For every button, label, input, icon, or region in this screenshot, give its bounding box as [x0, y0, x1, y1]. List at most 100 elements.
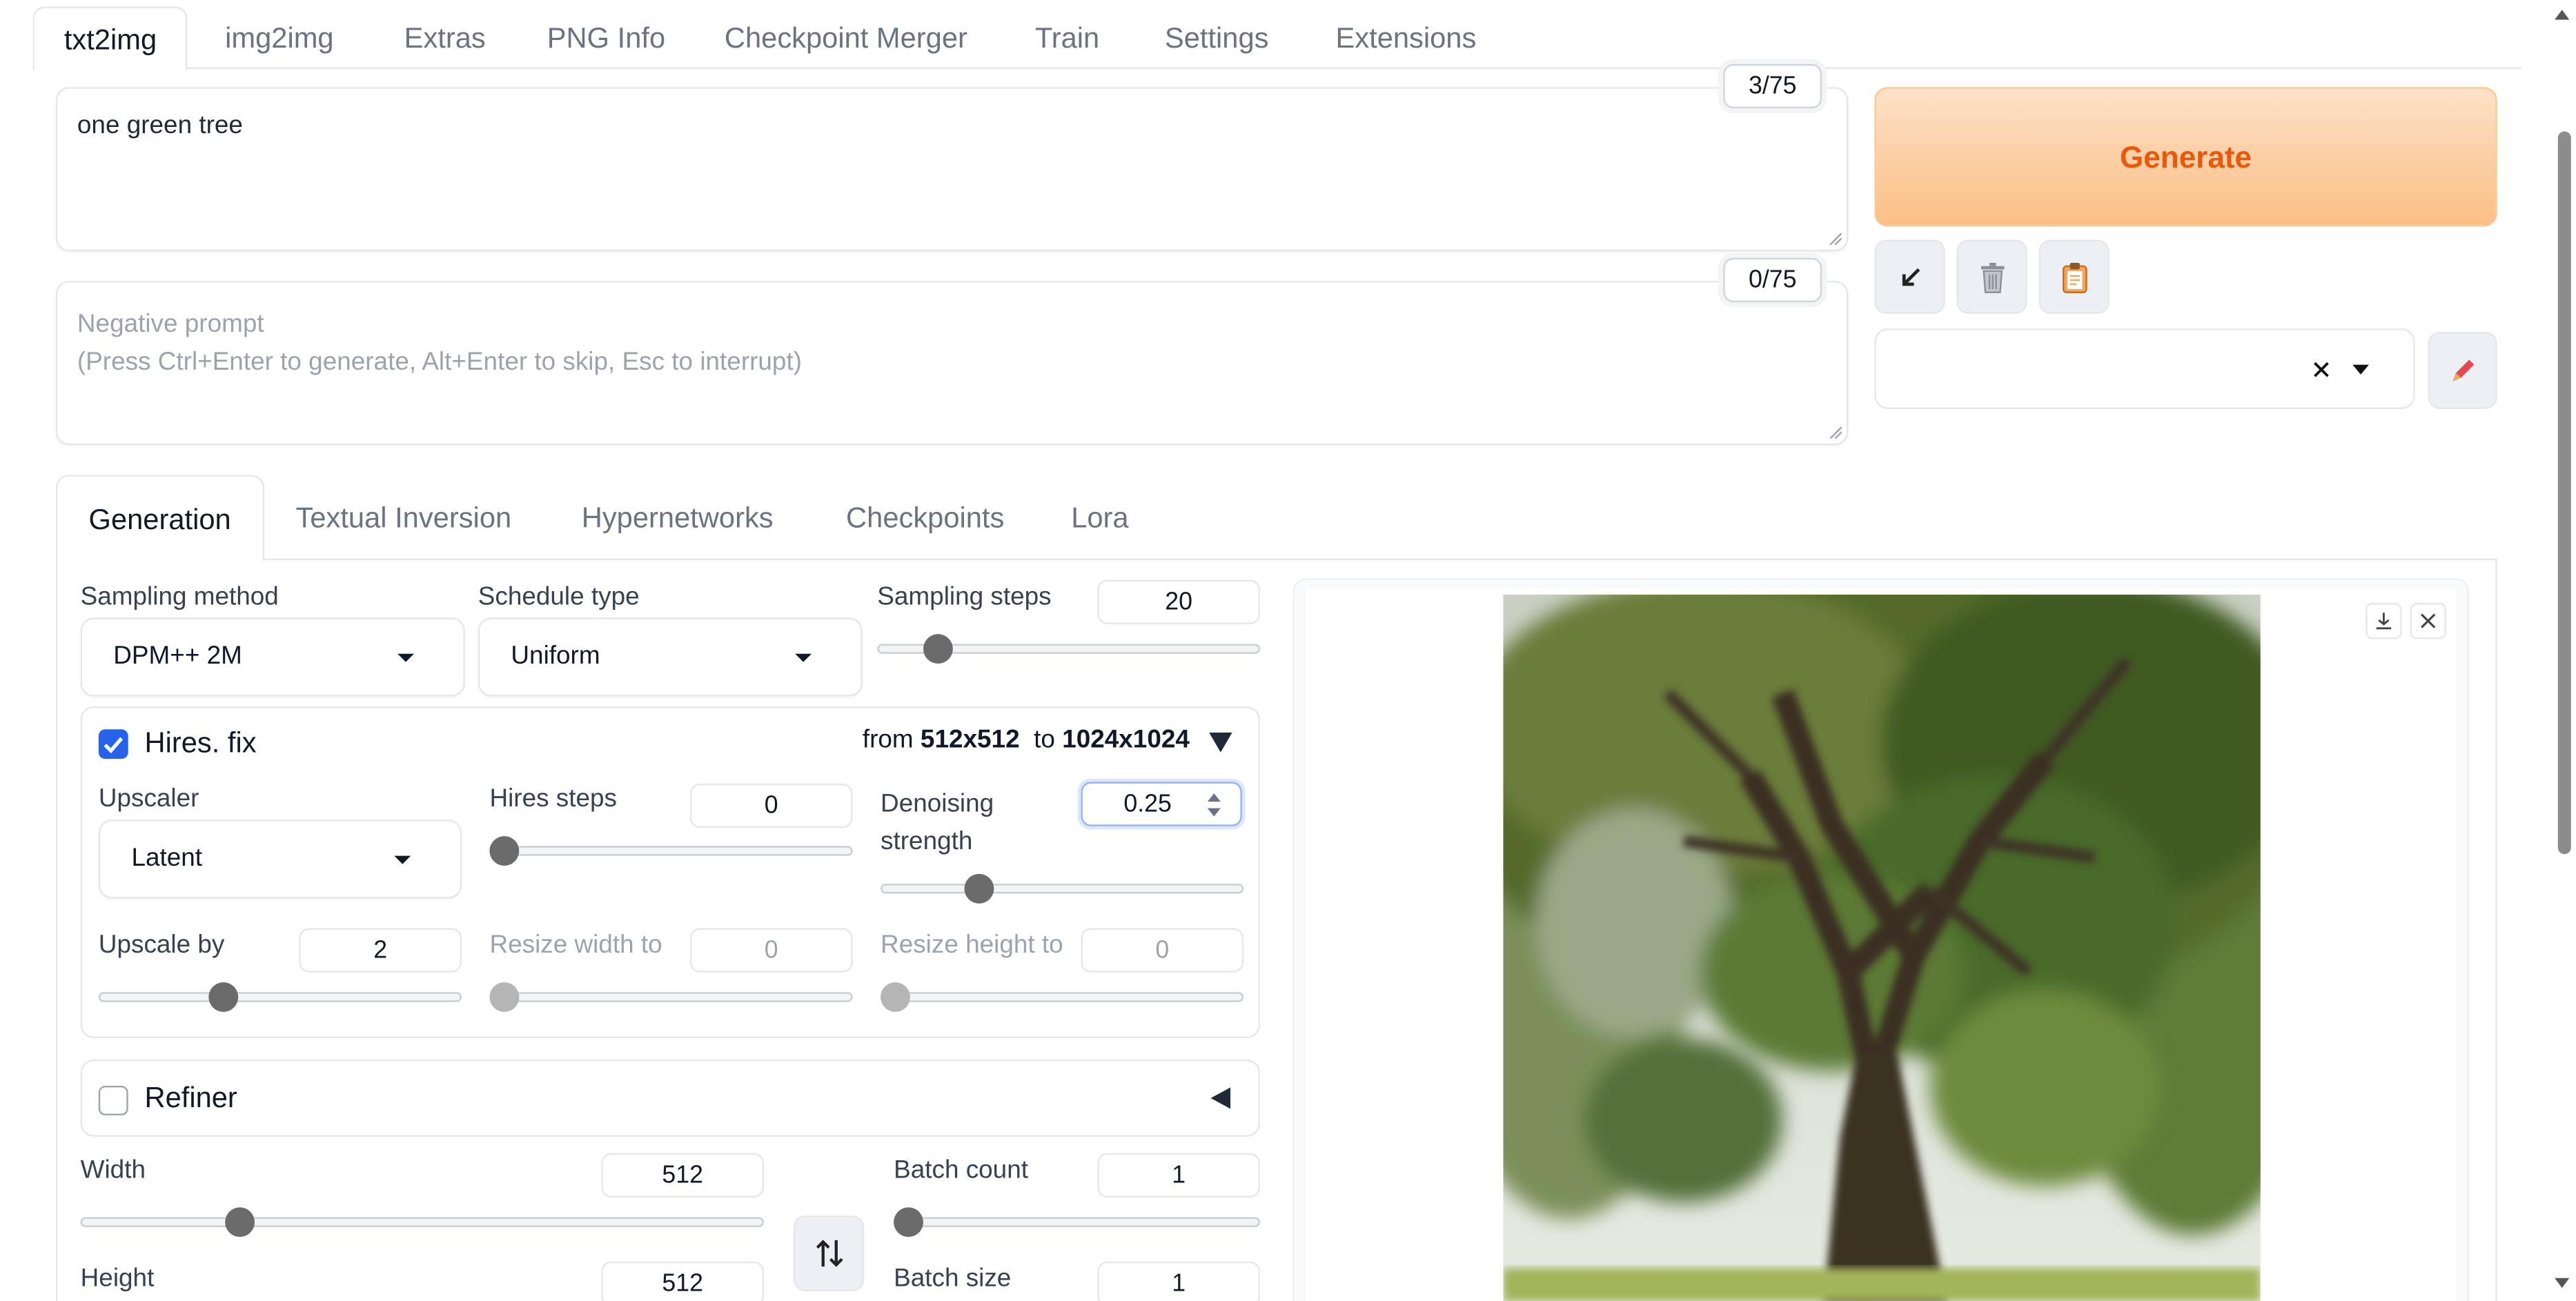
placeholder-line: Negative prompt	[77, 310, 264, 339]
tab-generation[interactable]: Generation	[55, 475, 264, 562]
schedule-type-label: Schedule type	[478, 583, 640, 611]
batch-size-input[interactable]: 1	[1097, 1261, 1260, 1301]
close-icon[interactable]	[2312, 360, 2332, 380]
resize-handle-icon[interactable]	[1829, 232, 1842, 245]
hires-steps-slider[interactable]	[489, 836, 853, 866]
sampling-steps-input[interactable]: 20	[1097, 579, 1260, 624]
top-tab-bar: txt2img img2img Extras PNG Info Checkpoi…	[32, 6, 2522, 71]
tab-checkpoints[interactable]: Checkpoints	[815, 475, 1036, 560]
styles-dropdown[interactable]	[1874, 328, 2415, 409]
sampling-method-dropdown[interactable]: DPM++ 2M	[80, 617, 465, 697]
resize-width-slider[interactable]	[489, 982, 853, 1012]
tab-lora[interactable]: Lora	[1040, 475, 1160, 560]
prompt-text: one green tree	[77, 111, 243, 140]
prompt-textarea[interactable]: one green tree	[55, 87, 1849, 252]
generated-image[interactable]	[1503, 595, 2261, 1301]
expand-triangle-icon[interactable]	[1210, 1087, 1231, 1109]
slider-thumb[interactable]	[964, 873, 994, 904]
chevron-down-icon	[397, 653, 414, 662]
sampling-steps-slider[interactable]	[877, 634, 1260, 664]
close-icon	[2421, 613, 2436, 628]
dropdown-value: Uniform	[511, 642, 600, 671]
resize-height-label: Resize height to	[881, 931, 1063, 960]
height-input[interactable]: 512	[601, 1261, 765, 1301]
width-input[interactable]: 512	[601, 1153, 765, 1198]
label-line: strength	[881, 828, 973, 856]
tree-image	[1503, 595, 2261, 1301]
schedule-type-dropdown[interactable]: Uniform	[478, 617, 863, 697]
denoising-strength-slider[interactable]	[881, 873, 1244, 904]
height-label: Height	[80, 1264, 155, 1293]
input-value: 0.25	[1123, 790, 1172, 818]
scroll-down-icon[interactable]	[2554, 1278, 2570, 1288]
tab-textual-inversion[interactable]: Textual Inversion	[264, 475, 542, 560]
tab-png-info[interactable]: PNG Info	[518, 7, 695, 69]
width-slider[interactable]	[80, 1207, 765, 1238]
slider-thumb[interactable]	[208, 982, 239, 1012]
slider-track	[98, 992, 462, 1002]
scrollbar-thumb[interactable]	[2557, 131, 2571, 855]
slider-thumb[interactable]	[225, 1207, 255, 1238]
batch-count-slider[interactable]	[894, 1207, 1260, 1238]
upscale-by-slider[interactable]	[98, 982, 462, 1012]
sampling-method-label: Sampling method	[80, 583, 279, 611]
tab-hypernetworks[interactable]: Hypernetworks	[551, 475, 805, 560]
resize-height-slider[interactable]	[881, 982, 1244, 1012]
chevron-down-icon	[795, 653, 812, 662]
edit-styles-button[interactable]	[2428, 332, 2497, 409]
close-image-button[interactable]	[2410, 602, 2446, 639]
paste-styles-button[interactable]	[2038, 239, 2110, 314]
tab-extras[interactable]: Extras	[375, 7, 515, 69]
generate-button[interactable]: Generate	[1874, 87, 2497, 227]
tab-img2img[interactable]: img2img	[195, 7, 363, 69]
negative-prompt-textarea[interactable]: Negative prompt (Press Ctrl+Enter to gen…	[55, 281, 1849, 446]
resize-handle-icon[interactable]	[1829, 426, 1842, 439]
summary-from-size: 512x512	[920, 726, 1020, 755]
upscaler-dropdown[interactable]: Latent	[98, 820, 462, 899]
resize-height-input[interactable]: 0	[1081, 928, 1244, 973]
read-params-button[interactable]	[1874, 239, 1945, 314]
hires-fix-checkbox[interactable]	[98, 729, 128, 759]
slider-thumb[interactable]	[489, 982, 520, 1012]
sub-tab-bar: Generation Textual Inversion Hypernetwor…	[55, 475, 2497, 562]
tab-train[interactable]: Train	[1005, 7, 1129, 69]
swap-arrows-icon	[815, 1240, 843, 1267]
chevron-down-icon	[394, 855, 411, 864]
dropdown-value: Latent	[131, 844, 203, 873]
app-root: txt2img img2img Extras PNG Info Checkpoi…	[0, 0, 2576, 1301]
clear-prompt-button[interactable]	[1956, 239, 2027, 314]
arrow-down-left-icon	[1901, 267, 1920, 286]
hires-size-summary: from 512x512 to 1024x1024	[863, 726, 1190, 756]
hires-fix-label: Hires. fix	[144, 726, 257, 759]
slider-thumb[interactable]	[881, 982, 910, 1012]
spinner-icon[interactable]	[1207, 792, 1221, 818]
tab-label: Extensions	[1335, 21, 1477, 54]
batch-count-input[interactable]: 1	[1097, 1153, 1260, 1198]
tab-extensions[interactable]: Extensions	[1306, 7, 1506, 69]
slider-thumb[interactable]	[923, 634, 953, 664]
slider-track	[881, 884, 1244, 894]
tab-label: Extras	[404, 21, 486, 54]
slider-thumb[interactable]	[489, 836, 520, 866]
swap-dimensions-button[interactable]	[793, 1215, 865, 1291]
download-button[interactable]	[2366, 602, 2402, 639]
upscale-by-input[interactable]: 2	[299, 928, 462, 973]
denoising-strength-input[interactable]: 0.25	[1081, 782, 1242, 826]
tab-checkpoint-merger[interactable]: Checkpoint Merger	[695, 7, 997, 69]
chevron-down-icon[interactable]	[2352, 364, 2369, 375]
tab-settings[interactable]: Settings	[1135, 7, 1298, 69]
refiner-label: Refiner	[144, 1080, 237, 1114]
tab-txt2img[interactable]: txt2img	[32, 6, 188, 71]
batch-count-label: Batch count	[894, 1156, 1028, 1184]
download-icon	[2376, 613, 2392, 630]
tab-label: Checkpoints	[846, 501, 1005, 534]
prompt-token-counter: 3/75	[1723, 63, 1822, 109]
slider-thumb[interactable]	[894, 1207, 923, 1238]
refiner-checkbox[interactable]	[98, 1086, 128, 1115]
hires-steps-input[interactable]: 0	[689, 783, 853, 828]
resize-width-input[interactable]: 0	[689, 928, 853, 973]
collapse-triangle-icon[interactable]	[1209, 733, 1232, 753]
tab-label: txt2img	[63, 23, 157, 56]
scroll-up-icon[interactable]	[2554, 10, 2570, 20]
refiner-group[interactable]	[80, 1059, 1260, 1137]
